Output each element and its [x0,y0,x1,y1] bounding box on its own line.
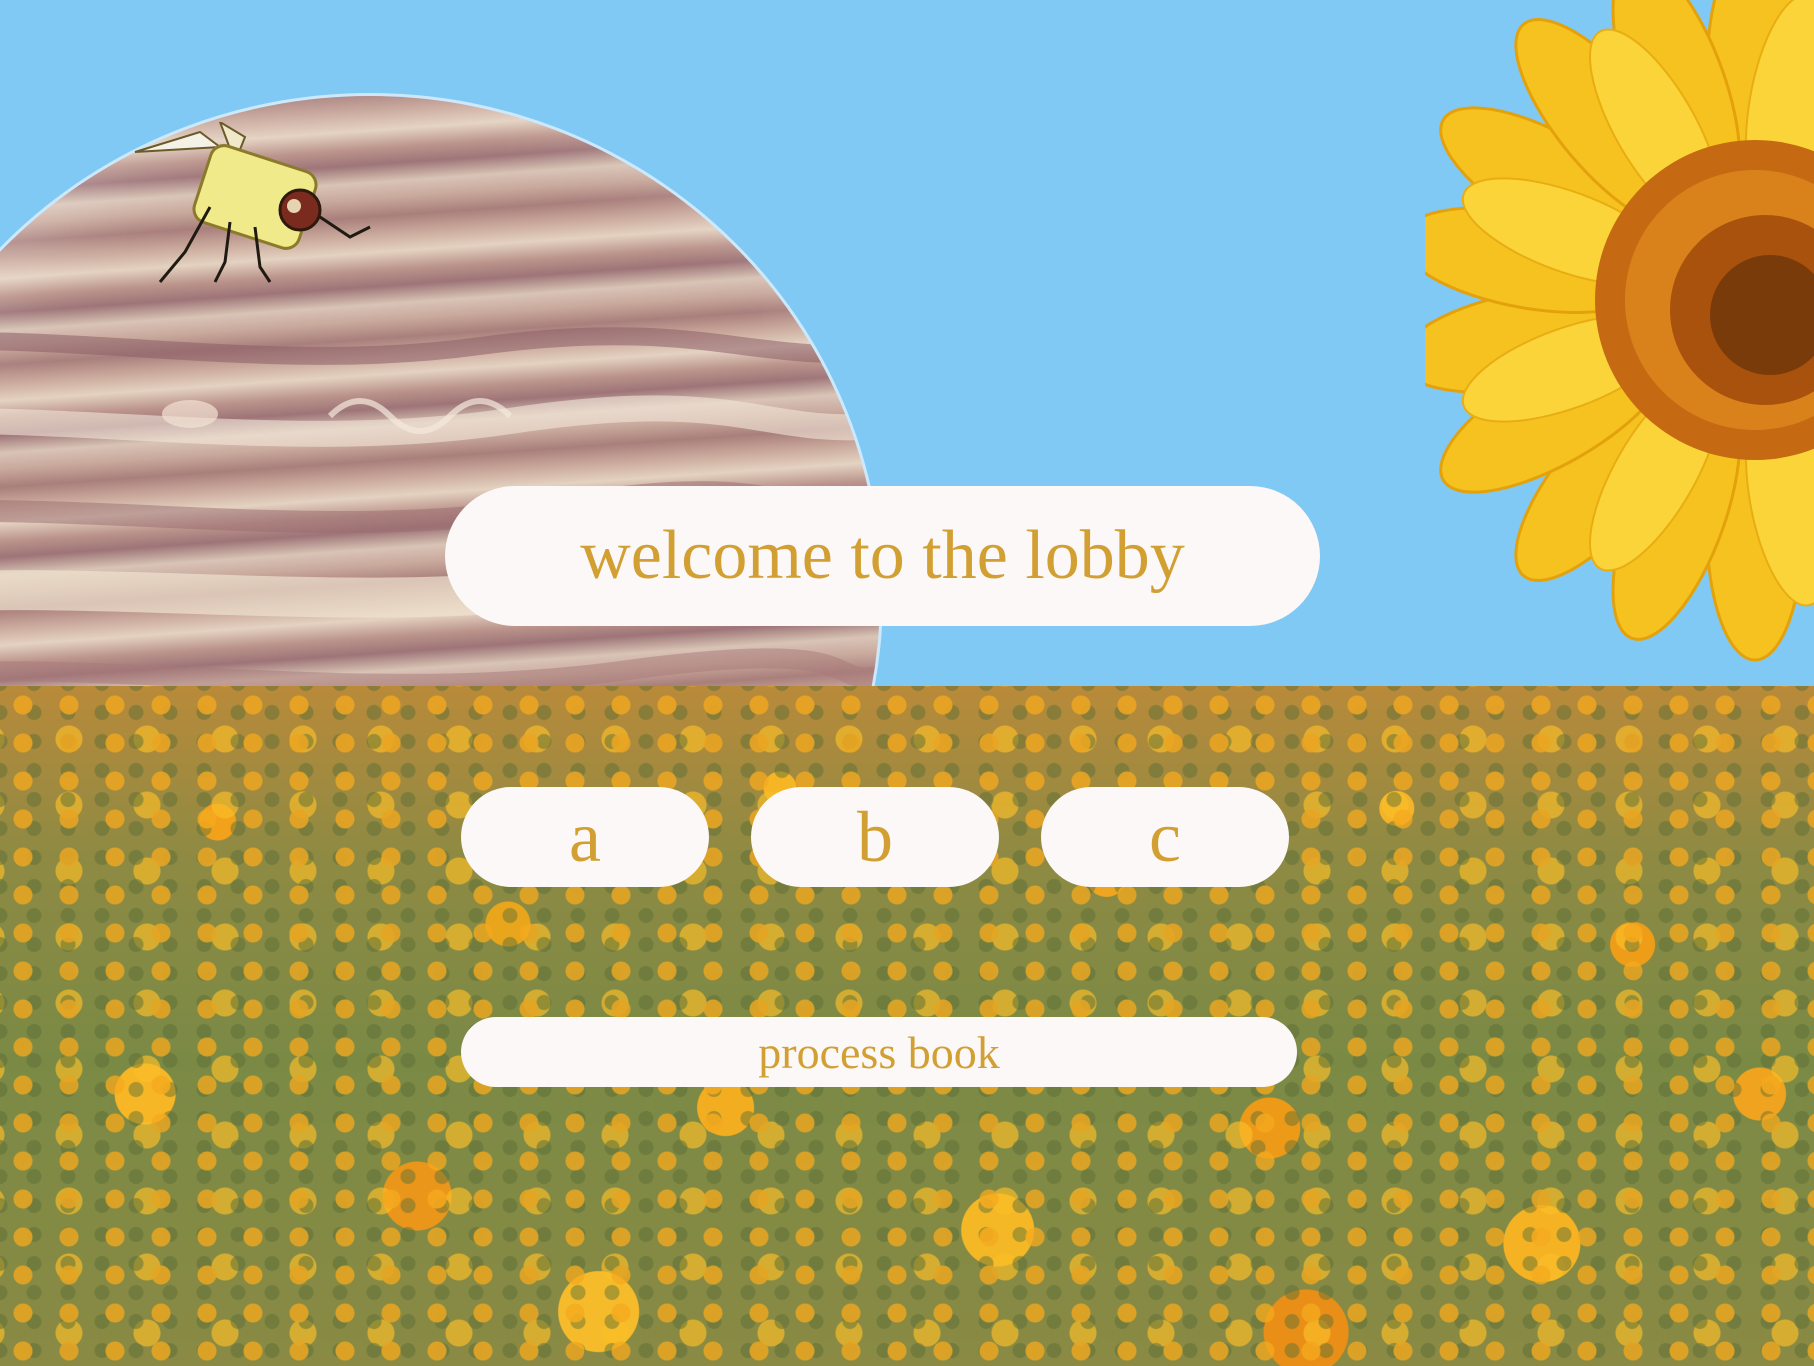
process-book-label: process book [758,1026,1000,1078]
nav-button-c[interactable]: c [1041,787,1289,887]
bee-image [134,122,371,283]
nav-button-a-label: a [569,796,601,877]
page-title: welcome to the lobby [445,486,1320,626]
nav-button-b-label: b [857,796,893,877]
sunflower-image [1425,0,1814,662]
nav-button-c-label: c [1149,796,1181,877]
nav-button-a[interactable]: a [461,787,709,887]
process-book-button[interactable]: process book [461,1017,1297,1087]
lobby-scene: welcome to the lobby a b c process book [0,0,1814,1366]
page-title-text: welcome to the lobby [580,517,1185,594]
nav-button-b[interactable]: b [751,787,999,887]
